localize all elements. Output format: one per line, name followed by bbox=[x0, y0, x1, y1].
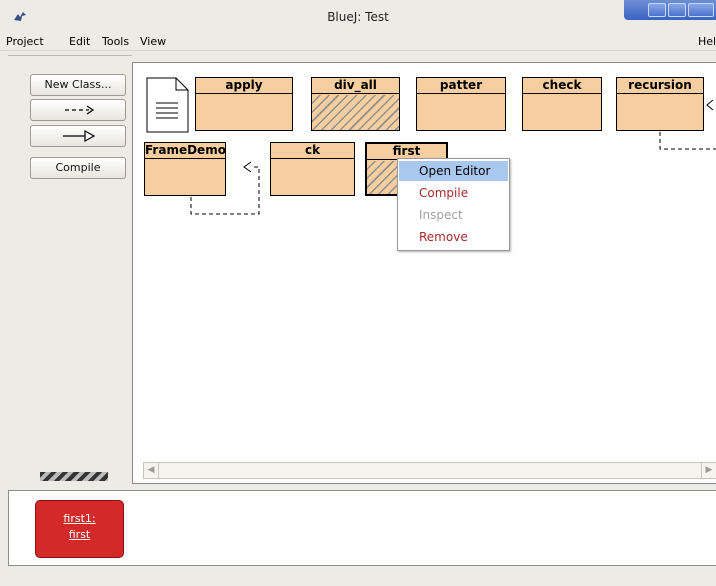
tool-panel: New Class... Compile bbox=[8, 55, 132, 487]
class-context-menu: Open Editor Compile Inspect Remove bbox=[397, 158, 510, 251]
menu-open-editor[interactable]: Open Editor bbox=[399, 161, 508, 181]
menu-view[interactable]: View bbox=[140, 35, 166, 48]
menu-inspect: Inspect bbox=[419, 208, 463, 222]
scroll-right-arrow-icon[interactable]: ▶ bbox=[701, 463, 716, 478]
scroll-left-arrow-icon[interactable]: ◀ bbox=[144, 463, 159, 478]
horizontal-scrollbar[interactable]: ◀ ▶ bbox=[143, 462, 716, 479]
compile-button[interactable]: Compile bbox=[30, 157, 126, 179]
object-bench: first1: first bbox=[8, 490, 716, 566]
instance-class: first bbox=[68, 528, 91, 541]
window-title: BlueJ: Test bbox=[327, 10, 389, 24]
uses-arrow-button[interactable] bbox=[30, 99, 126, 121]
inherits-arrow-button[interactable] bbox=[30, 125, 126, 147]
dashed-arrow-icon bbox=[65, 105, 95, 115]
instance-name: first1: bbox=[63, 512, 96, 525]
inheritance-arrow-icon bbox=[63, 129, 96, 143]
object-instance-first1[interactable]: first1: first bbox=[35, 500, 124, 558]
maximize-button[interactable] bbox=[668, 3, 686, 17]
class-diagram-canvas[interactable]: apply div_all patter check recursion Fra… bbox=[132, 62, 716, 484]
menu-help[interactable]: Hel bbox=[698, 35, 716, 48]
menu-remove[interactable]: Remove bbox=[399, 227, 508, 247]
menu-compile[interactable]: Compile bbox=[399, 183, 508, 203]
menu-project[interactable]: Project bbox=[6, 35, 44, 48]
machine-status-indicator bbox=[40, 472, 108, 481]
menu-bar: Project Edit Tools View Hel bbox=[0, 33, 716, 51]
menu-tools[interactable]: Tools bbox=[102, 35, 129, 48]
new-class-button[interactable]: New Class... bbox=[30, 74, 126, 96]
close-button[interactable] bbox=[688, 3, 714, 17]
minimize-button[interactable] bbox=[648, 3, 666, 17]
title-bar: BlueJ: Test bbox=[0, 0, 716, 33]
window-controls bbox=[624, 0, 716, 20]
menu-edit[interactable]: Edit bbox=[69, 35, 90, 48]
